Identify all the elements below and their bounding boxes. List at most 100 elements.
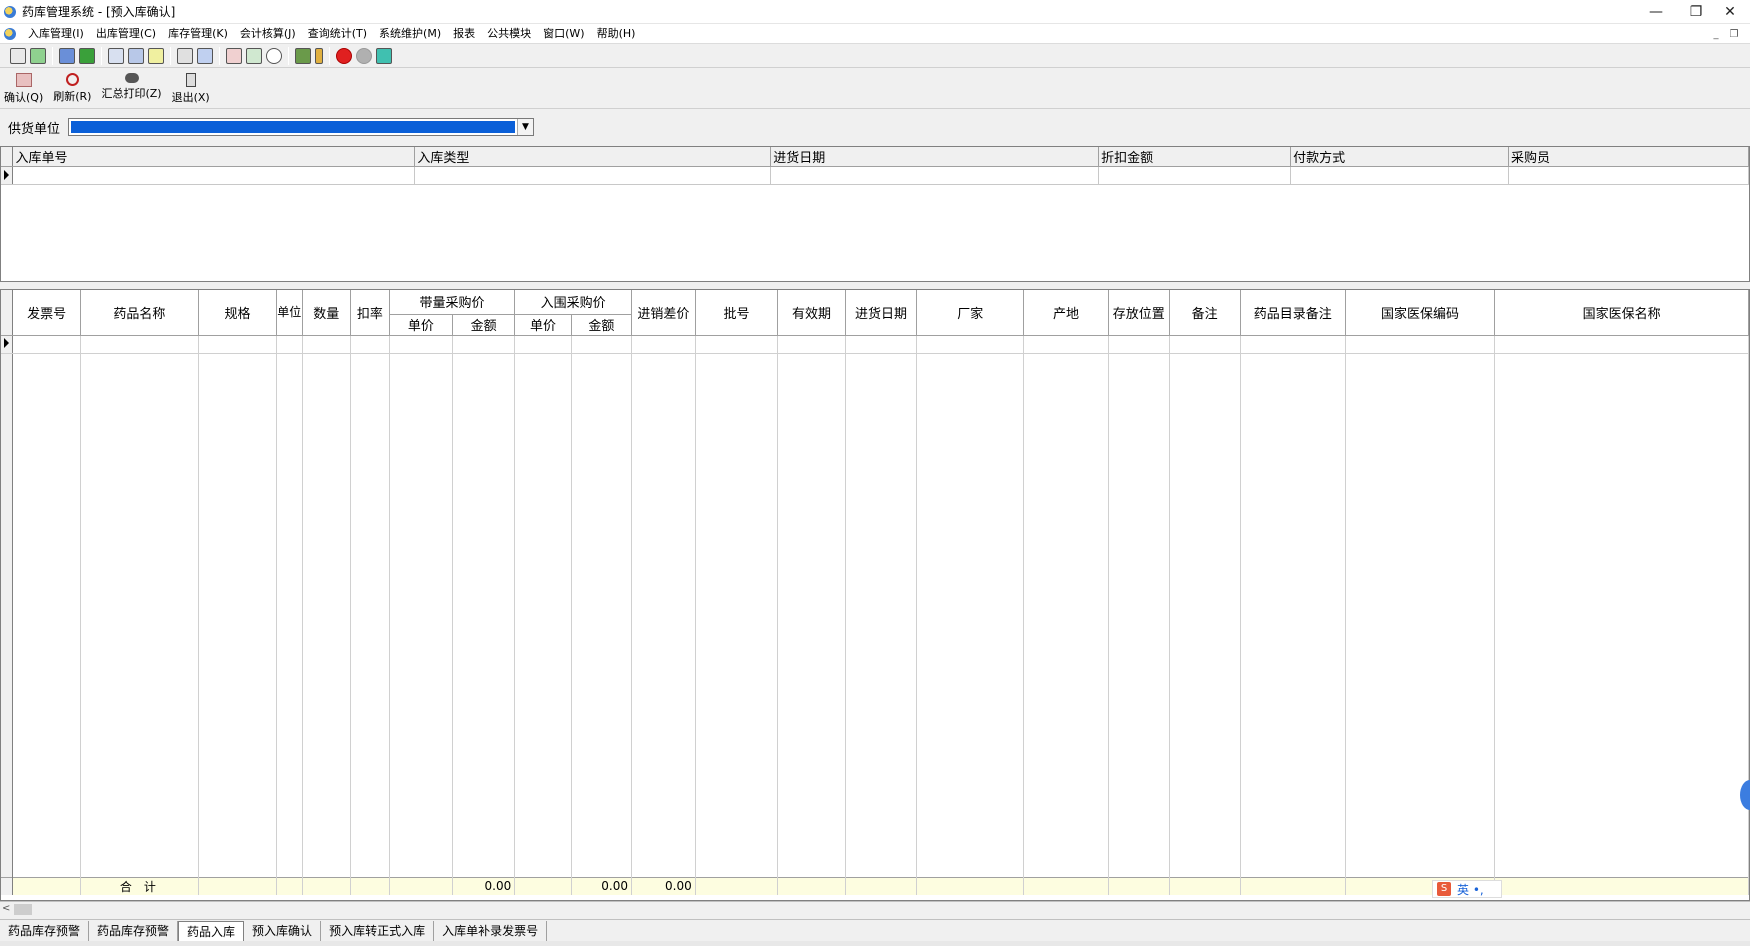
mdi-minimize-button[interactable]: _ [1708, 24, 1724, 44]
page-icon[interactable] [108, 47, 124, 64]
menu-common[interactable]: 公共模块 [481, 24, 537, 44]
inbound-order-grid[interactable]: 入库单号 入库类型 进货日期 折扣金额 付款方式 采购员 [0, 146, 1750, 282]
cell[interactable] [12, 166, 416, 185]
cell[interactable] [514, 335, 572, 354]
cell[interactable] [1169, 335, 1241, 354]
chart-icon[interactable] [246, 47, 262, 64]
cell[interactable] [389, 335, 453, 354]
col-shortlist-purchase-price[interactable]: 入围采购价 [514, 290, 632, 315]
cell[interactable] [1098, 166, 1292, 185]
ime-indicator[interactable]: S 英 •, [1432, 880, 1502, 898]
col-purchase-date[interactable]: 进货日期 [770, 147, 1100, 167]
col-storage-location[interactable]: 存放位置 [1108, 290, 1170, 336]
menu-query[interactable]: 查询统计(T) [302, 24, 373, 44]
summary-print-button[interactable]: 汇总打印(Z) [101, 69, 162, 101]
cell[interactable] [1290, 166, 1510, 185]
mdi-restore-button[interactable]: ❐ [1726, 24, 1742, 44]
cell[interactable] [1023, 335, 1109, 354]
cell[interactable] [631, 335, 696, 354]
col-unit[interactable]: 单位 [276, 290, 303, 336]
col-buyer[interactable]: 采购员 [1508, 147, 1749, 167]
menu-outbound[interactable]: 出库管理(C) [90, 24, 162, 44]
doc-icon[interactable] [10, 47, 26, 64]
tab-stock-alert-2[interactable]: 药品库存预警 [89, 921, 179, 941]
cell[interactable] [80, 335, 200, 354]
supplier-combobox[interactable]: ▼ [68, 118, 535, 136]
image-icon[interactable] [128, 47, 144, 64]
cell[interactable] [350, 335, 390, 354]
cell[interactable] [12, 335, 81, 354]
col-shortlist-amount[interactable]: 金额 [571, 314, 633, 336]
col-manufacturer[interactable]: 厂家 [916, 290, 1025, 336]
refresh-button[interactable]: 刷新(R) [53, 69, 91, 104]
close-box-icon[interactable] [376, 47, 392, 64]
tab-pre-inbound-confirm[interactable]: 预入库确认 [244, 921, 322, 941]
col-origin[interactable]: 产地 [1023, 290, 1109, 336]
confirm-button[interactable]: 确认(Q) [4, 69, 43, 105]
cell[interactable] [452, 335, 516, 354]
printer-icon[interactable] [295, 47, 311, 64]
cell[interactable] [571, 335, 633, 354]
copy-icon[interactable] [177, 47, 193, 64]
col-bulk-amount[interactable]: 金额 [452, 314, 516, 336]
menu-reports[interactable]: 报表 [447, 24, 481, 44]
menu-inventory[interactable]: 库存管理(K) [162, 24, 234, 44]
col-discount-amount[interactable]: 折扣金额 [1098, 147, 1292, 167]
cell[interactable] [777, 335, 846, 354]
tab-pre-to-formal-inbound[interactable]: 预入库转正式入库 [321, 921, 435, 941]
search-icon[interactable] [266, 47, 282, 64]
col-price-difference[interactable]: 进销差价 [631, 290, 696, 336]
col-inbound-type[interactable]: 入库类型 [414, 147, 772, 167]
scroll-thumb[interactable] [14, 904, 32, 915]
check-icon[interactable] [79, 47, 95, 64]
col-quantity[interactable]: 数量 [302, 290, 352, 336]
exit-button[interactable]: 退出(X) [172, 69, 210, 105]
col-purchase-date[interactable]: 进货日期 [845, 290, 918, 336]
menu-help[interactable]: 帮助(H) [591, 24, 642, 44]
col-insurance-code[interactable]: 国家医保编码 [1345, 290, 1496, 336]
cell[interactable] [276, 335, 303, 354]
horizontal-scrollbar[interactable]: < [0, 901, 1750, 917]
minimize-button[interactable]: — [1636, 0, 1676, 24]
menu-system[interactable]: 系统维护(M) [373, 24, 447, 44]
refresh-icon[interactable] [30, 47, 46, 64]
cell[interactable] [414, 166, 772, 185]
col-catalog-remarks[interactable]: 药品目录备注 [1240, 290, 1346, 336]
tab-invoice-backfill[interactable]: 入库单补录发票号 [434, 921, 548, 941]
book-icon[interactable] [59, 47, 75, 64]
drug-detail-grid[interactable]: 发票号 药品名称 规格 单位 数量 扣率 带量采购价 入围采购价 进销差价 批号… [0, 289, 1750, 901]
cell[interactable] [695, 335, 779, 354]
menu-inbound[interactable]: 入库管理(I) [22, 24, 90, 44]
table-row[interactable] [1, 335, 1749, 354]
cell[interactable] [302, 335, 352, 354]
cell[interactable] [770, 166, 1100, 185]
cell[interactable] [1494, 335, 1749, 354]
close-button[interactable]: ✕ [1710, 0, 1750, 24]
table-row[interactable] [1, 166, 1749, 185]
cell[interactable] [916, 335, 1025, 354]
cell[interactable] [1108, 335, 1170, 354]
cell[interactable] [198, 335, 277, 354]
tab-stock-alert-1[interactable]: 药品库存预警 [0, 921, 90, 941]
stop-icon[interactable] [336, 47, 352, 64]
grid-icon[interactable] [197, 47, 213, 64]
col-expiry[interactable]: 有效期 [777, 290, 846, 336]
cell[interactable] [1508, 166, 1749, 185]
col-spec[interactable]: 规格 [198, 290, 277, 336]
cell[interactable] [1240, 335, 1346, 354]
scroll-left-icon[interactable]: < [2, 903, 10, 914]
cell[interactable] [845, 335, 918, 354]
col-insurance-name[interactable]: 国家医保名称 [1494, 290, 1749, 336]
tab-drug-inbound[interactable]: 药品入库 [178, 921, 245, 941]
col-inbound-no[interactable]: 入库单号 [12, 147, 416, 167]
list-icon[interactable] [148, 47, 164, 64]
col-bulk-unit-price[interactable]: 单价 [389, 314, 453, 336]
col-discount-rate[interactable]: 扣率 [350, 290, 390, 336]
col-remarks[interactable]: 备注 [1169, 290, 1241, 336]
col-bulk-purchase-price[interactable]: 带量采购价 [389, 290, 516, 315]
col-batch-no[interactable]: 批号 [695, 290, 779, 336]
report-icon[interactable] [226, 47, 242, 64]
menu-window[interactable]: 窗口(W) [537, 24, 590, 44]
supplier-value[interactable] [71, 121, 516, 133]
col-payment-method[interactable]: 付款方式 [1290, 147, 1510, 167]
